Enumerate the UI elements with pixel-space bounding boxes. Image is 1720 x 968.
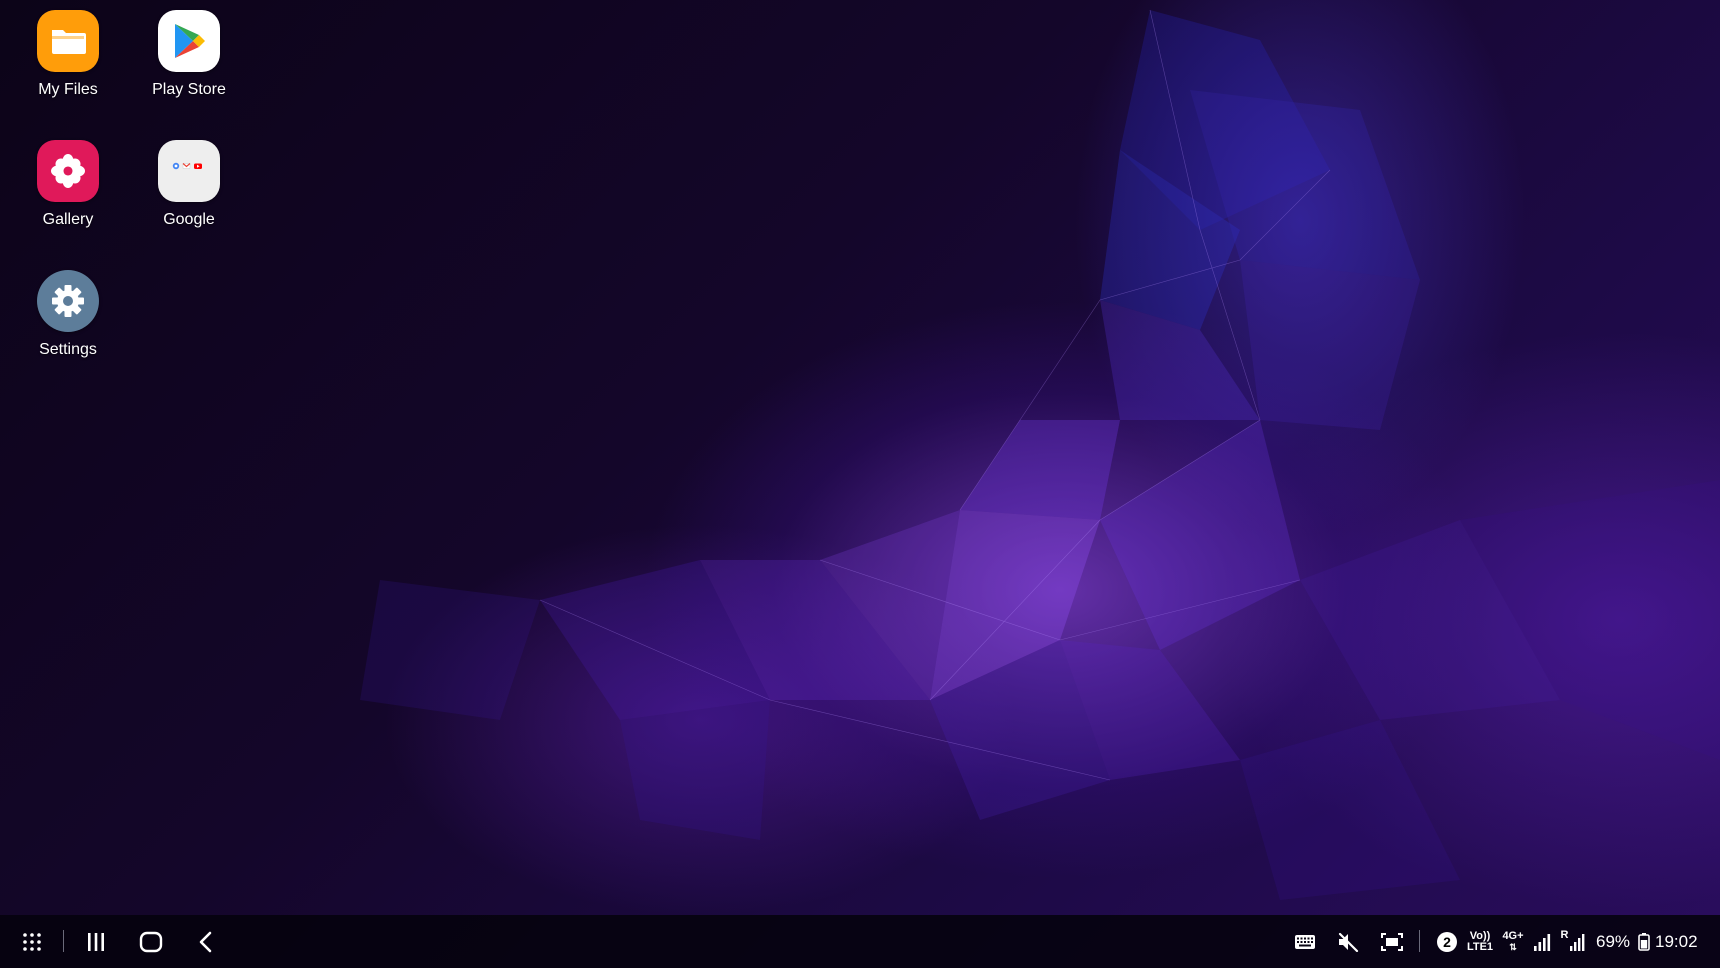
screen-capture-icon[interactable] <box>1377 915 1407 968</box>
taskbar: 2 Vo)) LTE1 4G+ ⇅ R 69% 19:02 <box>0 915 1720 968</box>
app-my-files[interactable]: My Files <box>8 10 128 99</box>
volte-bottom-text: LTE1 <box>1466 940 1494 953</box>
play-store-icon <box>158 10 220 72</box>
volte-indicator: Vo)) LTE1 <box>1464 915 1496 968</box>
taskbar-divider <box>63 930 64 952</box>
app-gallery[interactable]: Gallery <box>8 140 128 229</box>
app-label: Gallery <box>42 211 94 228</box>
keyboard-icon[interactable] <box>1290 915 1320 968</box>
notification-count-badge[interactable]: 2 <box>1434 915 1460 968</box>
volte-top-text: Vo)) <box>1469 929 1491 942</box>
home-icon[interactable] <box>133 915 169 968</box>
signal-strength-icon <box>1530 915 1554 968</box>
app-settings[interactable]: Settings <box>8 270 128 359</box>
app-label: Play Store <box>152 81 226 98</box>
recents-icon[interactable] <box>78 915 114 968</box>
back-icon[interactable] <box>188 915 224 968</box>
battery-percentage: 69% <box>1596 932 1631 951</box>
clock[interactable]: 19:02 <box>1655 915 1698 968</box>
network-type-text: 4G+ <box>1502 929 1524 942</box>
app-play-store[interactable]: Play Store <box>129 10 249 99</box>
apps-grid-icon[interactable] <box>14 915 50 968</box>
desktop: My Files Play Store Gallery Google Setti… <box>0 0 1720 968</box>
battery-icon <box>1636 915 1652 968</box>
flower-icon <box>37 140 99 202</box>
app-label: Google <box>163 211 215 228</box>
google-folder-icon <box>158 140 220 202</box>
gear-icon <box>37 270 99 332</box>
tray-divider <box>1419 930 1420 952</box>
app-label: My Files <box>38 81 98 98</box>
app-google-folder[interactable]: Google <box>129 140 249 229</box>
notification-count: 2 <box>1437 931 1457 952</box>
network-type-indicator: 4G+ ⇅ <box>1498 915 1528 968</box>
app-label: Settings <box>39 341 97 358</box>
folder-icon <box>37 10 99 72</box>
data-arrows-icon: ⇅ <box>1509 941 1517 952</box>
roaming-text: R <box>1560 929 1569 941</box>
wallpaper <box>360 9 1720 900</box>
mute-icon[interactable] <box>1333 915 1363 968</box>
roaming-signal-icon: R <box>1560 915 1586 968</box>
